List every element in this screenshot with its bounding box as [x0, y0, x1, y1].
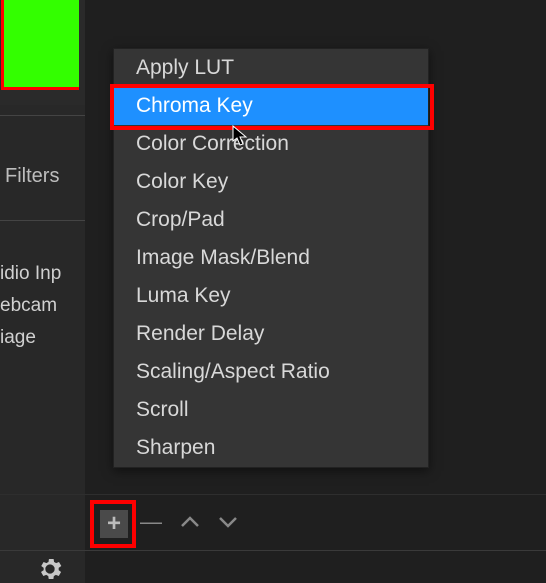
menu-item-color-correction[interactable]: Color Correction: [114, 125, 428, 163]
filters-panel-label: Filters: [5, 165, 59, 188]
left-panel: Filters idio Inp ebcam iage: [0, 0, 85, 583]
green-screen-thumbnail[interactable]: [1, 0, 79, 90]
source-item[interactable]: ebcam: [0, 295, 57, 317]
menu-item-apply-lut[interactable]: Apply LUT: [114, 49, 428, 87]
menu-item-sharpen[interactable]: Sharpen: [114, 429, 428, 467]
source-preview: [0, 0, 85, 105]
filter-toolbar: —: [140, 509, 238, 535]
remove-filter-button[interactable]: —: [140, 509, 162, 535]
menu-item-luma-key[interactable]: Luma Key: [114, 277, 428, 315]
menu-item-chroma-key[interactable]: Chroma Key: [114, 87, 428, 125]
source-item[interactable]: idio Inp: [0, 263, 61, 285]
divider: [0, 550, 546, 551]
plus-icon: +: [107, 510, 121, 538]
settings-gear-icon[interactable]: [35, 555, 65, 583]
menu-item-image-mask-blend[interactable]: Image Mask/Blend: [114, 239, 428, 277]
source-item[interactable]: iage: [0, 327, 36, 349]
divider: [0, 494, 546, 495]
menu-item-crop-pad[interactable]: Crop/Pad: [114, 201, 428, 239]
chevron-up-icon[interactable]: [180, 514, 200, 530]
menu-item-scaling-aspect-ratio[interactable]: Scaling/Aspect Ratio: [114, 353, 428, 391]
menu-item-render-delay[interactable]: Render Delay: [114, 315, 428, 353]
filter-context-menu: Apply LUT Chroma Key Color Correction Co…: [113, 48, 429, 468]
chevron-down-icon[interactable]: [218, 514, 238, 530]
menu-item-color-key[interactable]: Color Key: [114, 163, 428, 201]
divider: [0, 115, 85, 116]
add-filter-button[interactable]: +: [100, 510, 128, 538]
menu-item-scroll[interactable]: Scroll: [114, 391, 428, 429]
divider: [0, 220, 85, 221]
